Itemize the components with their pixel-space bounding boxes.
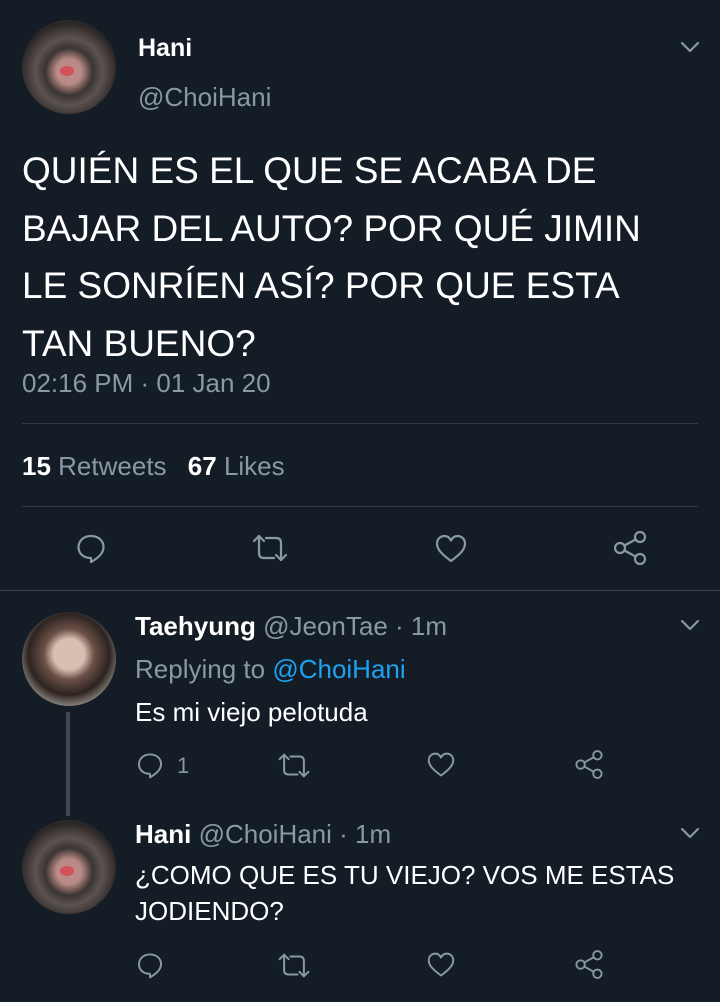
- share-icon[interactable]: [611, 530, 649, 566]
- likes-stat[interactable]: 67 Likes: [188, 451, 285, 481]
- author-name[interactable]: Hani: [138, 34, 192, 63]
- replying-to-label: Replying to: [135, 654, 266, 684]
- share-icon[interactable]: [573, 749, 605, 780]
- reply-count: 1: [177, 753, 190, 778]
- chevron-down-icon[interactable]: [679, 618, 701, 632]
- likes-count: 67: [187, 451, 217, 481]
- engagement-stats: 15 Retweets 67 Likes: [22, 451, 285, 482]
- divider: [0, 590, 720, 591]
- reply-header: Hani @ChoiHani · 1m: [135, 819, 391, 850]
- author-name[interactable]: Hani: [135, 819, 191, 849]
- reply-text: ¿COMO QUE ES TU VIEJO? VOS ME ESTAS JODI…: [135, 860, 675, 926]
- retweets-label: Retweets: [58, 451, 167, 481]
- share-icon[interactable]: [573, 949, 605, 980]
- author-handle[interactable]: @JeonTae: [263, 611, 388, 641]
- retweets-count: 15: [22, 451, 51, 481]
- reply-icon[interactable]: [135, 950, 165, 980]
- reply-time: · 1m: [395, 611, 448, 641]
- heart-icon[interactable]: [434, 533, 468, 565]
- author-name[interactable]: Taehyung: [135, 611, 256, 641]
- avatar[interactable]: [22, 820, 116, 914]
- reply-text: Es mi viejo pelotuda: [135, 697, 368, 727]
- reply-icon[interactable]: [135, 750, 165, 780]
- author-handle[interactable]: @ChoiHani: [138, 82, 271, 113]
- reply-header: Taehyung @JeonTae · 1m: [135, 611, 447, 642]
- retweet-icon[interactable]: [276, 752, 312, 779]
- replying-to: Replying to @ChoiHani: [135, 654, 406, 685]
- retweet-icon[interactable]: [276, 952, 312, 979]
- chevron-down-icon[interactable]: [679, 40, 701, 54]
- reply-time: · 1m: [339, 819, 392, 849]
- replying-to-handle[interactable]: @ChoiHani: [272, 654, 405, 684]
- chevron-down-icon[interactable]: [679, 826, 701, 840]
- reply-icon[interactable]: [74, 531, 108, 565]
- author-handle[interactable]: @ChoiHani: [199, 819, 332, 849]
- divider: [22, 423, 698, 424]
- thread-line: [66, 712, 70, 816]
- tweet-timestamp: 02:16 PM · 01 Jan 20: [22, 368, 271, 398]
- heart-icon[interactable]: [426, 951, 456, 979]
- avatar[interactable]: [22, 20, 116, 114]
- divider: [22, 506, 698, 507]
- likes-label: Likes: [223, 451, 285, 481]
- avatar[interactable]: [22, 612, 116, 706]
- tweet-text: QUIÉN ES EL QUE SE ACABA DE BAJAR DEL AU…: [22, 150, 641, 364]
- retweets-stat[interactable]: 15 Retweets: [22, 451, 174, 481]
- retweet-icon[interactable]: [250, 533, 290, 563]
- heart-icon[interactable]: [426, 751, 456, 779]
